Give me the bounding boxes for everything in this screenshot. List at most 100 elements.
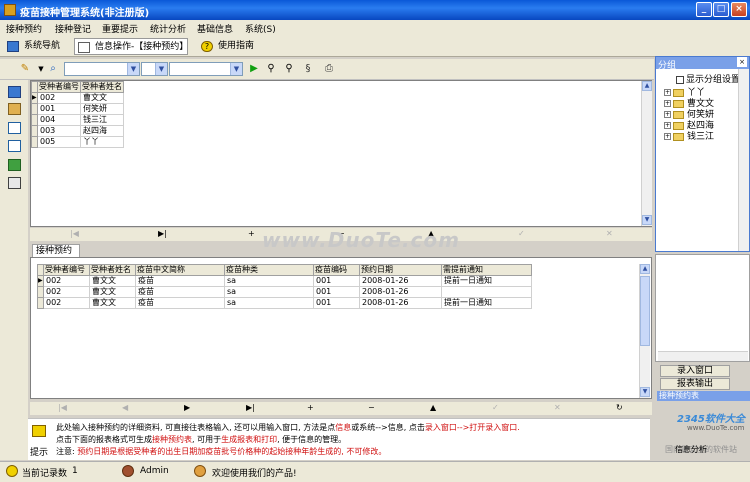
expand-icon[interactable]: + bbox=[664, 122, 671, 129]
column-header[interactable]: 受种者编号 bbox=[43, 264, 90, 276]
close-button[interactable]: × bbox=[731, 2, 747, 17]
card-icon[interactable] bbox=[8, 122, 21, 134]
cell[interactable]: 002 bbox=[43, 297, 90, 309]
vertical-scrollbar[interactable]: ▲ ▼ bbox=[641, 81, 652, 226]
combo-arrow-icon[interactable]: ▼ bbox=[127, 63, 139, 75]
last-record-button[interactable]: ▶| bbox=[246, 403, 255, 412]
cell[interactable]: 003 bbox=[37, 125, 81, 137]
cancel-record-button[interactable]: ✕ bbox=[554, 403, 561, 412]
cell[interactable]: 丫丫 bbox=[80, 136, 124, 148]
menu-basic-info[interactable]: 基础信息 bbox=[197, 22, 233, 35]
cell[interactable]: 提前一日通知 bbox=[441, 297, 532, 309]
cell[interactable]: 002 bbox=[37, 92, 81, 104]
refresh-record-button[interactable]: ↻ bbox=[616, 403, 623, 412]
expand-icon[interactable]: + bbox=[664, 111, 671, 118]
filter-combo-2[interactable]: ▼ bbox=[141, 62, 168, 76]
cell[interactable]: 2008-01-26 bbox=[359, 275, 442, 287]
edit-record-button[interactable]: ▲ bbox=[430, 403, 436, 412]
cut-icon[interactable] bbox=[8, 103, 21, 115]
column-header[interactable]: 受种者编号 bbox=[37, 81, 81, 93]
find-icon[interactable]: ⌕ bbox=[46, 62, 60, 76]
post-record-button[interactable]: ✓ bbox=[518, 229, 525, 238]
first-record-button[interactable]: |◀ bbox=[58, 403, 67, 412]
cell[interactable]: 2008-01-26 bbox=[359, 297, 442, 309]
cell[interactable]: 曹文文 bbox=[89, 297, 136, 309]
cell[interactable]: 曹文文 bbox=[89, 286, 136, 298]
cell[interactable]: 疫苗 bbox=[135, 275, 225, 287]
table-row[interactable]: 002 曹文文 疫苗 sa 001 2008-01-26 提前一日通知 bbox=[37, 297, 532, 309]
cell[interactable]: 002 bbox=[43, 286, 90, 298]
menu-important[interactable]: 重要提示 bbox=[102, 22, 138, 35]
menu-system[interactable]: 系统(S) bbox=[245, 22, 276, 35]
cell[interactable] bbox=[441, 286, 532, 298]
table-row[interactable]: 001 何笑妍 bbox=[31, 103, 124, 115]
column-header[interactable]: 受种者姓名 bbox=[89, 264, 136, 276]
add-record-button[interactable]: + bbox=[248, 229, 255, 238]
menu-registration[interactable]: 接种登记 bbox=[55, 22, 91, 35]
scroll-down-icon[interactable]: ▼ bbox=[640, 387, 650, 397]
group-vertical-scrollbar[interactable] bbox=[738, 69, 749, 251]
cell[interactable]: 002 bbox=[43, 275, 90, 287]
cell[interactable]: 001 bbox=[313, 297, 360, 309]
cell[interactable]: 钱三江 bbox=[80, 114, 124, 126]
scroll-thumb[interactable] bbox=[640, 276, 650, 346]
cancel-record-button[interactable]: ✕ bbox=[606, 229, 613, 238]
add-record-button[interactable]: + bbox=[307, 403, 314, 412]
cell[interactable]: 提前一日通知 bbox=[441, 275, 532, 287]
info-analysis-label[interactable]: 信息分析 bbox=[675, 444, 707, 455]
horizontal-scrollbar[interactable] bbox=[658, 351, 748, 361]
table-row[interactable]: 004 钱三江 bbox=[31, 114, 124, 126]
tab-appointment-table[interactable]: 接种预约表 bbox=[32, 244, 80, 268]
cell[interactable]: 疫苗 bbox=[135, 286, 225, 298]
tab-guide[interactable]: ? 使用指南 bbox=[198, 38, 266, 55]
column-header[interactable]: 预约日期 bbox=[359, 264, 442, 276]
run-icon[interactable]: ▶ bbox=[247, 62, 261, 76]
cell[interactable]: 001 bbox=[313, 275, 360, 287]
combo-arrow-icon[interactable]: ▼ bbox=[230, 63, 242, 75]
combo-arrow-icon[interactable]: ▼ bbox=[155, 63, 167, 75]
expand-icon[interactable]: + bbox=[664, 133, 671, 140]
filter-combo-1[interactable]: ▼ bbox=[64, 62, 140, 76]
cell[interactable]: sa bbox=[224, 297, 314, 309]
cell[interactable]: 曹文文 bbox=[80, 92, 124, 104]
cell[interactable]: 001 bbox=[37, 103, 81, 115]
cell[interactable]: 2008-01-26 bbox=[359, 286, 442, 298]
table-row[interactable]: 003 赵四海 bbox=[31, 125, 124, 137]
cell[interactable]: 004 bbox=[37, 114, 81, 126]
cell[interactable]: sa bbox=[224, 286, 314, 298]
prior-record-button[interactable]: ◀ bbox=[122, 403, 128, 412]
cell[interactable]: 005 bbox=[37, 136, 81, 148]
cell[interactable]: 曹文文 bbox=[89, 275, 136, 287]
scroll-down-icon[interactable]: ▼ bbox=[642, 215, 652, 225]
column-header[interactable]: 疫苗编码 bbox=[313, 264, 360, 276]
column-header[interactable]: 受种者姓名 bbox=[80, 81, 124, 93]
scroll-up-icon[interactable]: ▲ bbox=[640, 264, 650, 274]
table-row[interactable]: 002 曹文文 疫苗 sa 001 2008-01-26 bbox=[37, 286, 532, 298]
group-node[interactable]: + 钱三江 bbox=[664, 129, 714, 142]
filter-combo-3[interactable]: ▼ bbox=[169, 62, 243, 76]
document-icon[interactable] bbox=[8, 140, 21, 152]
printer-icon[interactable]: ⎙ bbox=[322, 62, 336, 76]
cell[interactable]: 赵四海 bbox=[80, 125, 124, 137]
expand-icon[interactable]: + bbox=[664, 100, 671, 107]
next-record-button[interactable]: ▶ bbox=[184, 403, 190, 412]
appointment-table-link[interactable]: 接种预约表 bbox=[657, 391, 750, 401]
column-header[interactable]: 疫苗种类 bbox=[224, 264, 314, 276]
entry-window-button[interactable]: 录入窗口 bbox=[660, 365, 730, 377]
binoculars-icon[interactable]: ⚲ bbox=[264, 62, 278, 76]
binoculars-next-icon[interactable]: ⚲ bbox=[282, 62, 296, 76]
menu-appointment[interactable]: 接种预约 bbox=[6, 22, 42, 35]
table-row[interactable]: 005 丫丫 bbox=[31, 136, 124, 148]
tab-info-operation[interactable]: 信息操作-【接种预约】 bbox=[74, 38, 188, 55]
tab-navigation[interactable]: 系统导航 bbox=[4, 38, 70, 55]
report-output-button[interactable]: 报表输出 bbox=[660, 378, 730, 390]
trash-icon[interactable] bbox=[8, 177, 21, 189]
monitor-icon[interactable] bbox=[8, 86, 21, 98]
chart-icon[interactable] bbox=[8, 159, 21, 171]
vertical-scrollbar[interactable]: ▲ ▼ bbox=[639, 264, 650, 398]
delete-record-button[interactable]: − bbox=[368, 403, 375, 412]
cell[interactable]: sa bbox=[224, 275, 314, 287]
table-row[interactable]: ▶ 002 曹文文 疫苗 sa 001 2008-01-26 提前一日通知 bbox=[37, 275, 532, 287]
close-panel-icon[interactable]: × bbox=[737, 57, 747, 67]
first-record-button[interactable]: |◀ bbox=[70, 229, 79, 238]
